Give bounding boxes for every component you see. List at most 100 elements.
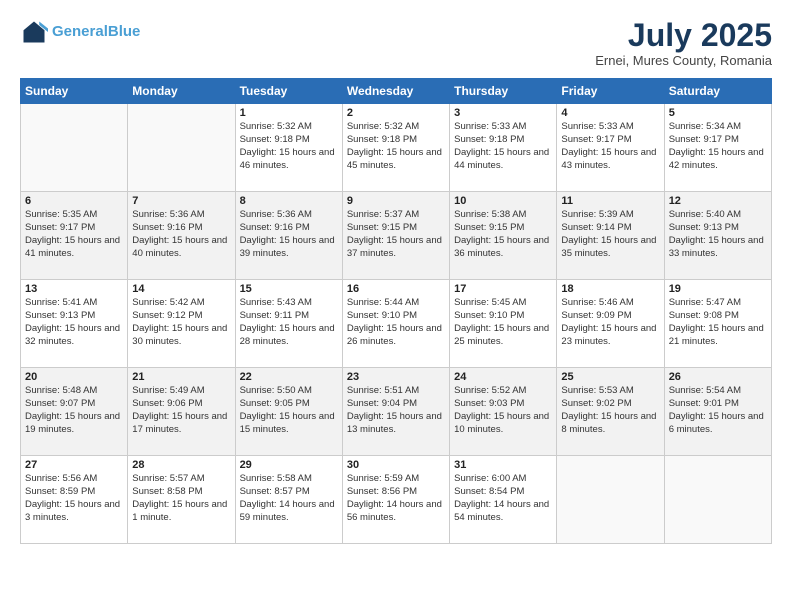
- daylight-text: Daylight: 15 hours and: [454, 147, 552, 160]
- table-row: 23Sunrise: 5:51 AMSunset: 9:04 PMDayligh…: [342, 368, 449, 456]
- sunrise-text: Sunrise: 5:54 AM: [669, 385, 767, 398]
- sunrise-text: Sunrise: 5:46 AM: [561, 297, 659, 310]
- table-row: 28Sunrise: 5:57 AMSunset: 8:58 PMDayligh…: [128, 456, 235, 544]
- daylight-text-2: 23 minutes.: [561, 336, 659, 349]
- sunset-text: Sunset: 9:01 PM: [669, 398, 767, 411]
- calendar-week-row: 6Sunrise: 5:35 AMSunset: 9:17 PMDaylight…: [21, 192, 772, 280]
- sunrise-text: Sunrise: 5:44 AM: [347, 297, 445, 310]
- daylight-text-2: 41 minutes.: [25, 248, 123, 261]
- calendar-week-row: 1Sunrise: 5:32 AMSunset: 9:18 PMDaylight…: [21, 104, 772, 192]
- daylight-text: Daylight: 15 hours and: [132, 499, 230, 512]
- daylight-text-2: 21 minutes.: [669, 336, 767, 349]
- col-monday: Monday: [128, 79, 235, 104]
- sunset-text: Sunset: 9:06 PM: [132, 398, 230, 411]
- sunset-text: Sunset: 9:17 PM: [561, 134, 659, 147]
- col-thursday: Thursday: [450, 79, 557, 104]
- sunrise-text: Sunrise: 5:58 AM: [240, 473, 338, 486]
- daylight-text: Daylight: 15 hours and: [25, 235, 123, 248]
- sunrise-text: Sunrise: 5:52 AM: [454, 385, 552, 398]
- day-number: 14: [132, 283, 230, 295]
- calendar-week-row: 27Sunrise: 5:56 AMSunset: 8:59 PMDayligh…: [21, 456, 772, 544]
- sunrise-text: Sunrise: 5:33 AM: [454, 121, 552, 134]
- daylight-text: Daylight: 15 hours and: [347, 235, 445, 248]
- daylight-text: Daylight: 15 hours and: [347, 323, 445, 336]
- table-row: 5Sunrise: 5:34 AMSunset: 9:17 PMDaylight…: [664, 104, 771, 192]
- daylight-text: Daylight: 15 hours and: [669, 323, 767, 336]
- table-row: 4Sunrise: 5:33 AMSunset: 9:17 PMDaylight…: [557, 104, 664, 192]
- location: Ernei, Mures County, Romania: [595, 53, 772, 68]
- calendar-header-row: Sunday Monday Tuesday Wednesday Thursday…: [21, 79, 772, 104]
- sunrise-text: Sunrise: 5:37 AM: [347, 209, 445, 222]
- sunrise-text: Sunrise: 5:34 AM: [669, 121, 767, 134]
- calendar-week-row: 13Sunrise: 5:41 AMSunset: 9:13 PMDayligh…: [21, 280, 772, 368]
- table-row: 3Sunrise: 5:33 AMSunset: 9:18 PMDaylight…: [450, 104, 557, 192]
- table-row: [664, 456, 771, 544]
- daylight-text: Daylight: 15 hours and: [454, 411, 552, 424]
- sunset-text: Sunset: 9:13 PM: [669, 222, 767, 235]
- sunset-text: Sunset: 9:15 PM: [454, 222, 552, 235]
- table-row: [21, 104, 128, 192]
- sunset-text: Sunset: 9:17 PM: [669, 134, 767, 147]
- logo-text: GeneralBlue: [52, 24, 140, 41]
- daylight-text-2: 1 minute.: [132, 512, 230, 525]
- daylight-text-2: 28 minutes.: [240, 336, 338, 349]
- sunset-text: Sunset: 8:57 PM: [240, 486, 338, 499]
- daylight-text: Daylight: 15 hours and: [25, 323, 123, 336]
- daylight-text-2: 8 minutes.: [561, 424, 659, 437]
- logo-general: General: [52, 23, 108, 40]
- sunrise-text: Sunrise: 5:59 AM: [347, 473, 445, 486]
- day-number: 28: [132, 459, 230, 471]
- table-row: 25Sunrise: 5:53 AMSunset: 9:02 PMDayligh…: [557, 368, 664, 456]
- daylight-text-2: 46 minutes.: [240, 160, 338, 173]
- day-number: 18: [561, 283, 659, 295]
- sunrise-text: Sunrise: 5:50 AM: [240, 385, 338, 398]
- day-number: 29: [240, 459, 338, 471]
- daylight-text: Daylight: 14 hours and: [454, 499, 552, 512]
- table-row: 22Sunrise: 5:50 AMSunset: 9:05 PMDayligh…: [235, 368, 342, 456]
- sunrise-text: Sunrise: 5:48 AM: [25, 385, 123, 398]
- daylight-text: Daylight: 14 hours and: [347, 499, 445, 512]
- col-sunday: Sunday: [21, 79, 128, 104]
- daylight-text: Daylight: 15 hours and: [454, 323, 552, 336]
- sunset-text: Sunset: 9:10 PM: [454, 310, 552, 323]
- daylight-text-2: 35 minutes.: [561, 248, 659, 261]
- table-row: 6Sunrise: 5:35 AMSunset: 9:17 PMDaylight…: [21, 192, 128, 280]
- daylight-text-2: 43 minutes.: [561, 160, 659, 173]
- day-number: 21: [132, 371, 230, 383]
- sunset-text: Sunset: 8:59 PM: [25, 486, 123, 499]
- calendar: Sunday Monday Tuesday Wednesday Thursday…: [20, 78, 772, 544]
- sunrise-text: Sunrise: 5:41 AM: [25, 297, 123, 310]
- daylight-text: Daylight: 15 hours and: [132, 411, 230, 424]
- table-row: 17Sunrise: 5:45 AMSunset: 9:10 PMDayligh…: [450, 280, 557, 368]
- header: GeneralBlue July 2025 Ernei, Mures Count…: [20, 18, 772, 68]
- day-number: 22: [240, 371, 338, 383]
- daylight-text: Daylight: 15 hours and: [561, 411, 659, 424]
- logo-icon: [20, 18, 48, 46]
- daylight-text-2: 42 minutes.: [669, 160, 767, 173]
- sunset-text: Sunset: 9:14 PM: [561, 222, 659, 235]
- sunset-text: Sunset: 9:12 PM: [132, 310, 230, 323]
- sunset-text: Sunset: 9:17 PM: [25, 222, 123, 235]
- day-number: 15: [240, 283, 338, 295]
- daylight-text-2: 45 minutes.: [347, 160, 445, 173]
- sunset-text: Sunset: 9:13 PM: [25, 310, 123, 323]
- table-row: [557, 456, 664, 544]
- table-row: [128, 104, 235, 192]
- day-number: 20: [25, 371, 123, 383]
- logo-blue: Blue: [108, 23, 141, 40]
- table-row: 7Sunrise: 5:36 AMSunset: 9:16 PMDaylight…: [128, 192, 235, 280]
- day-number: 27: [25, 459, 123, 471]
- sunset-text: Sunset: 9:16 PM: [132, 222, 230, 235]
- day-number: 17: [454, 283, 552, 295]
- daylight-text-2: 56 minutes.: [347, 512, 445, 525]
- title-block: July 2025 Ernei, Mures County, Romania: [595, 18, 772, 68]
- table-row: 16Sunrise: 5:44 AMSunset: 9:10 PMDayligh…: [342, 280, 449, 368]
- col-wednesday: Wednesday: [342, 79, 449, 104]
- day-number: 7: [132, 195, 230, 207]
- daylight-text: Daylight: 15 hours and: [347, 147, 445, 160]
- sunrise-text: Sunrise: 5:43 AM: [240, 297, 338, 310]
- daylight-text: Daylight: 15 hours and: [25, 411, 123, 424]
- sunset-text: Sunset: 8:58 PM: [132, 486, 230, 499]
- daylight-text-2: 10 minutes.: [454, 424, 552, 437]
- table-row: 9Sunrise: 5:37 AMSunset: 9:15 PMDaylight…: [342, 192, 449, 280]
